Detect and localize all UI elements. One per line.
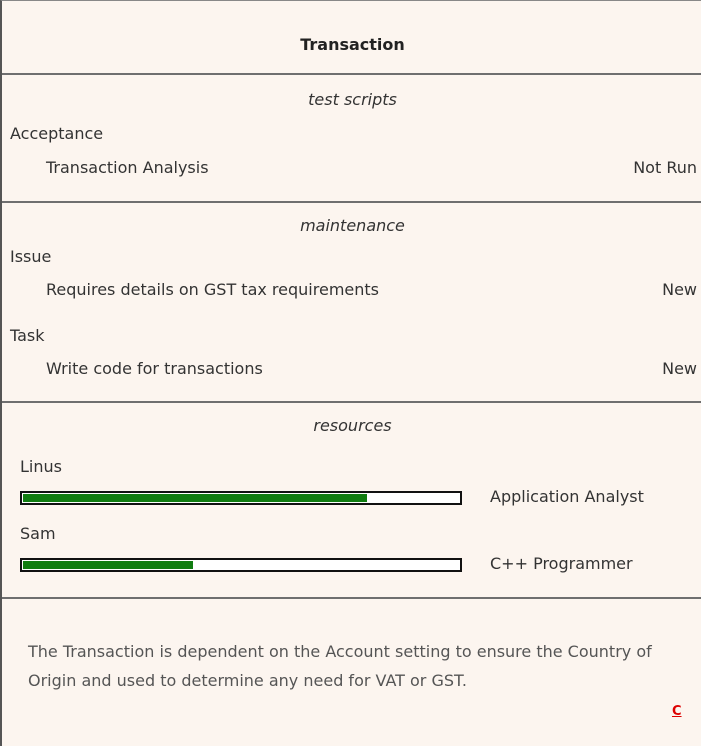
- test-group-acceptance: Acceptance: [10, 124, 104, 143]
- task-status: New: [662, 359, 697, 378]
- test-scripts-compartment: test scripts Acceptance Transaction Anal…: [2, 75, 701, 203]
- notes-text: The Transaction is dependent on the Acco…: [28, 642, 652, 690]
- maintenance-group-task: Task: [10, 326, 45, 345]
- resource-role: Application Analyst: [490, 487, 644, 506]
- test-item-transaction-analysis[interactable]: Transaction Analysis: [46, 158, 209, 177]
- transaction-element[interactable]: Transaction test scripts Acceptance Tran…: [0, 0, 701, 746]
- resource-progress-fill: [23, 494, 367, 502]
- resources-compartment: resources Linus Application Analyst Sam …: [2, 403, 701, 599]
- maintenance-group-issue: Issue: [10, 247, 52, 266]
- element-title: Transaction: [300, 35, 405, 54]
- task-item[interactable]: Write code for transactions: [46, 359, 263, 378]
- issue-item[interactable]: Requires details on GST tax requirements: [46, 280, 379, 299]
- constraint-link[interactable]: C: [672, 704, 682, 719]
- resource-progress-bar: [20, 491, 462, 505]
- resource-progress-fill: [23, 561, 193, 569]
- test-scripts-heading: test scripts: [308, 90, 397, 109]
- resource-role: C++ Programmer: [490, 554, 633, 573]
- resource-name: Sam: [20, 524, 56, 543]
- title-compartment: Transaction: [2, 1, 701, 75]
- test-status: Not Run: [633, 158, 697, 177]
- resource-name: Linus: [20, 457, 62, 476]
- maintenance-heading: maintenance: [300, 216, 405, 235]
- resources-heading: resources: [313, 416, 392, 435]
- maintenance-compartment: maintenance Issue Requires details on GS…: [2, 203, 701, 403]
- resource-progress-bar: [20, 558, 462, 572]
- issue-status: New: [662, 280, 697, 299]
